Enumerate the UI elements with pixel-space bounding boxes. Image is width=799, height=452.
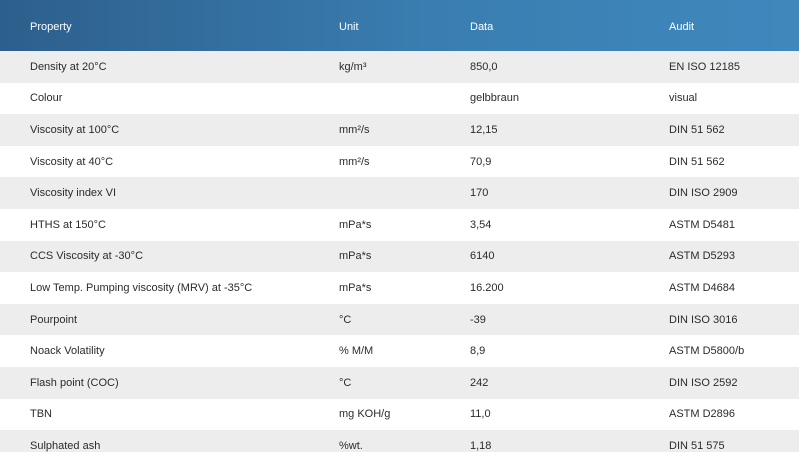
cell-unit: °C xyxy=(339,313,352,326)
cell-data: 3,54 xyxy=(470,218,492,231)
header-row: Property Unit Data Audit xyxy=(0,0,799,51)
cell-audit: DIN 51 562 xyxy=(669,155,725,168)
table-row: Viscosity at 100°C mm²/s 12,15 DIN 51 56… xyxy=(0,114,799,146)
cell-audit: DIN 51 562 xyxy=(669,123,725,136)
table-header: Property Unit Data Audit xyxy=(0,0,799,51)
cell-property: Noack Volatility xyxy=(30,345,105,358)
specs-table: Property Unit Data Audit Density at 20°C… xyxy=(0,0,799,452)
cell-audit: DIN ISO 2592 xyxy=(669,376,738,389)
cell-unit: kg/m³ xyxy=(339,60,367,73)
table-row: Flash point (COC) °C 242 DIN ISO 2592 xyxy=(0,366,799,399)
table-row: Viscosity at 40°C mm²/s 70,9 DIN 51 562 xyxy=(0,145,799,178)
cell-audit: ASTM D5293 xyxy=(669,250,736,263)
table-row: Viscosity index VI 170 DIN ISO 2909 xyxy=(0,177,799,209)
cell-unit: mg KOH/g xyxy=(339,408,391,421)
cell-data: 11,0 xyxy=(470,408,491,421)
cell-unit xyxy=(339,177,470,209)
cell-unit: mm²/s xyxy=(339,123,370,136)
table-row: Sulphated ash %wt. 1,18 DIN 51 575 xyxy=(0,430,799,452)
cell-data: 70,9 xyxy=(470,155,492,168)
cell-property: CCS Viscosity at -30°C xyxy=(30,250,144,263)
cell-property: Viscosity at 100°C xyxy=(30,123,120,136)
header-data: Data xyxy=(470,21,494,33)
cell-property: Pourpoint xyxy=(30,313,78,326)
cell-audit: ASTM D5481 xyxy=(669,218,736,231)
cell-data: 170 xyxy=(470,187,489,200)
cell-unit: °C xyxy=(339,376,352,389)
cell-unit: % M/M xyxy=(339,345,374,358)
cell-data: -39 xyxy=(470,313,486,326)
header-audit: Audit xyxy=(669,21,695,33)
cell-audit: DIN ISO 3016 xyxy=(669,313,738,326)
cell-data: 6140 xyxy=(470,250,495,263)
cell-unit: mm²/s xyxy=(339,155,370,168)
table-row: Pourpoint °C -39 DIN ISO 3016 xyxy=(0,303,799,336)
table-row: Noack Volatility % M/M 8,9 ASTM D5800/b xyxy=(0,335,799,367)
cell-audit: EN ISO 12185 xyxy=(669,60,740,73)
cell-property: Sulphated ash xyxy=(30,439,101,452)
header-unit: Unit xyxy=(339,21,359,33)
cell-property: HTHS at 150°C xyxy=(30,218,106,231)
table-row: Low Temp. Pumping viscosity (MRV) at -35… xyxy=(0,272,799,304)
cell-data: 12,15 xyxy=(470,123,498,136)
cell-unit xyxy=(339,83,470,115)
cell-audit: ASTM D4684 xyxy=(669,281,736,294)
header-property: Property xyxy=(30,21,72,33)
cell-unit: mPa*s xyxy=(339,218,372,231)
cell-audit: ASTM D2896 xyxy=(669,408,736,421)
cell-property: Low Temp. Pumping viscosity (MRV) at -35… xyxy=(30,281,253,294)
cell-audit: DIN 51 575 xyxy=(669,439,725,452)
cell-property: Density at 20°C xyxy=(30,60,107,73)
cell-property: Colour xyxy=(30,92,63,105)
table-body: Density at 20°C kg/m³ 850,0 EN ISO 12185… xyxy=(0,51,799,452)
cell-property: Viscosity at 40°C xyxy=(30,155,114,168)
cell-unit: %wt. xyxy=(339,439,363,452)
cell-unit: mPa*s xyxy=(339,281,372,294)
cell-property: Flash point (COC) xyxy=(30,376,119,389)
specs-table-container: Property Unit Data Audit Density at 20°C… xyxy=(0,0,799,452)
cell-data: 242 xyxy=(470,376,489,389)
table-row: Colour gelbbraun visual xyxy=(0,82,799,115)
cell-data: 1,18 xyxy=(470,439,492,452)
cell-data: 8,9 xyxy=(470,345,486,358)
table-row: Density at 20°C kg/m³ 850,0 EN ISO 12185 xyxy=(0,51,799,83)
cell-data: 850,0 xyxy=(470,60,498,73)
cell-property: TBN xyxy=(30,408,52,421)
cell-unit: mPa*s xyxy=(339,250,372,263)
cell-audit: visual xyxy=(669,92,698,105)
cell-data: 16.200 xyxy=(470,281,504,294)
table-row: HTHS at 150°C mPa*s 3,54 ASTM D5481 xyxy=(0,208,799,241)
cell-property: Viscosity index VI xyxy=(30,187,117,200)
cell-audit: DIN ISO 2909 xyxy=(669,187,738,200)
table-row: TBN mg KOH/g 11,0 ASTM D2896 xyxy=(0,398,799,431)
table-row: CCS Viscosity at -30°C mPa*s 6140 ASTM D… xyxy=(0,240,799,273)
cell-audit: ASTM D5800/b xyxy=(669,345,745,358)
cell-data: gelbbraun xyxy=(470,92,519,105)
